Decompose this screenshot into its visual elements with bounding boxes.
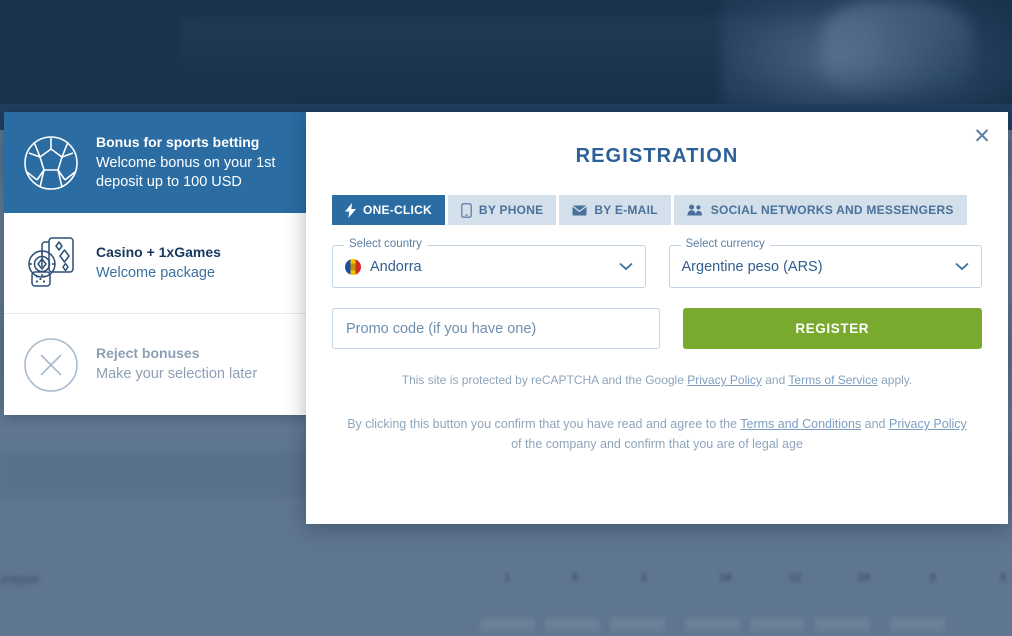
bonus-card-subtitle: Make your selection later [96,366,258,383]
casino-chips-cards-icon [20,232,82,294]
terms-text-part3: of the company and confirm that you are … [511,437,803,452]
bonus-card-title: Bonus for sports betting [96,133,260,150]
tab-label: ONE-CLICK [363,203,432,217]
envelope-icon [572,205,588,216]
andorra-flag-icon [345,258,361,275]
recaptcha-notice: This site is protected by reCAPTCHA and … [346,371,968,389]
tab-by-email[interactable]: BY E-MAIL [559,195,671,225]
chevron-down-icon [955,258,969,276]
bonus-card-reject-bonuses[interactable]: Reject bonuses Make your selection later [4,314,307,415]
recaptcha-text-part3: apply. [877,373,913,387]
soccer-ball-icon [20,132,82,194]
terms-and-conditions-link[interactable]: Terms and Conditions [740,417,861,431]
currency-select[interactable]: Select currency Argentine peso (ARS) [668,238,982,288]
registration-modal: ✕ REGISTRATION ONE-CLICK BY PHONE BY E-M… [306,112,1008,524]
circle-x-icon [20,334,82,396]
bonus-card-title: Reject bonuses [96,345,200,362]
bonus-card-subtitle: Welcome bonus on your 1st deposit up to … [96,154,276,190]
close-icon[interactable]: ✕ [968,122,996,150]
chevron-down-icon [618,258,633,276]
tab-label: BY E-MAIL [594,203,658,217]
tab-label: BY PHONE [478,203,544,217]
privacy-policy-link[interactable]: Privacy Policy [889,417,967,431]
bonus-card-casino-games[interactable]: Casino + 1xGames Welcome package [4,213,307,314]
bonus-card-text: Casino + 1xGames Welcome package [96,243,221,283]
recaptcha-text-part1: This site is protected by reCAPTCHA and … [401,373,688,387]
bonus-card-sports-betting[interactable]: Bonus for sports betting Welcome bonus o… [4,112,307,213]
tab-by-phone[interactable]: BY PHONE [447,195,557,225]
google-terms-of-service-link[interactable]: Terms of Service [788,373,877,387]
register-button[interactable]: REGISTER [682,308,982,349]
currency-select-value: Argentine peso (ARS) [681,258,823,275]
bonus-selection-panel: Bonus for sports betting Welcome bonus o… [4,112,307,415]
people-group-icon [687,204,704,216]
tab-label: SOCIAL NETWORKS AND MESSENGERS [710,203,954,217]
selects-row: Select country Andorra Select currency A… [332,238,982,288]
terms-notice: By clicking this button you confirm that… [342,414,972,455]
google-privacy-policy-link[interactable]: Privacy Policy [687,373,762,387]
bonus-card-title: Casino + 1xGames [96,243,221,260]
recaptcha-text-part2: and [761,373,789,387]
tab-social-networks[interactable]: SOCIAL NETWORKS AND MESSENGERS [673,195,967,225]
page-title: REGISTRATION [575,145,739,167]
tab-one-click[interactable]: ONE-CLICK [332,195,445,225]
promo-code-input[interactable] [332,308,660,349]
country-select-value: Andorra [370,258,422,275]
registration-method-tabs: ONE-CLICK BY PHONE BY E-MAIL SOCIAL NETW… [332,195,982,225]
currency-select-legend: Select currency [680,238,770,250]
lightning-bolt-icon [345,202,356,218]
terms-text-part2: and [861,417,889,431]
mobile-phone-icon [461,202,472,218]
bonus-card-text: Bonus for sports betting Welcome bonus o… [96,133,289,192]
promo-register-row: REGISTER [332,308,982,349]
country-select[interactable]: Select country Andorra [332,238,646,288]
terms-text-part1: By clicking this button you confirm that… [347,417,741,431]
bonus-card-text: Reject bonuses Make your selection later [96,344,257,384]
country-select-legend: Select country [344,238,427,250]
bonus-card-subtitle: Welcome package [96,264,216,281]
